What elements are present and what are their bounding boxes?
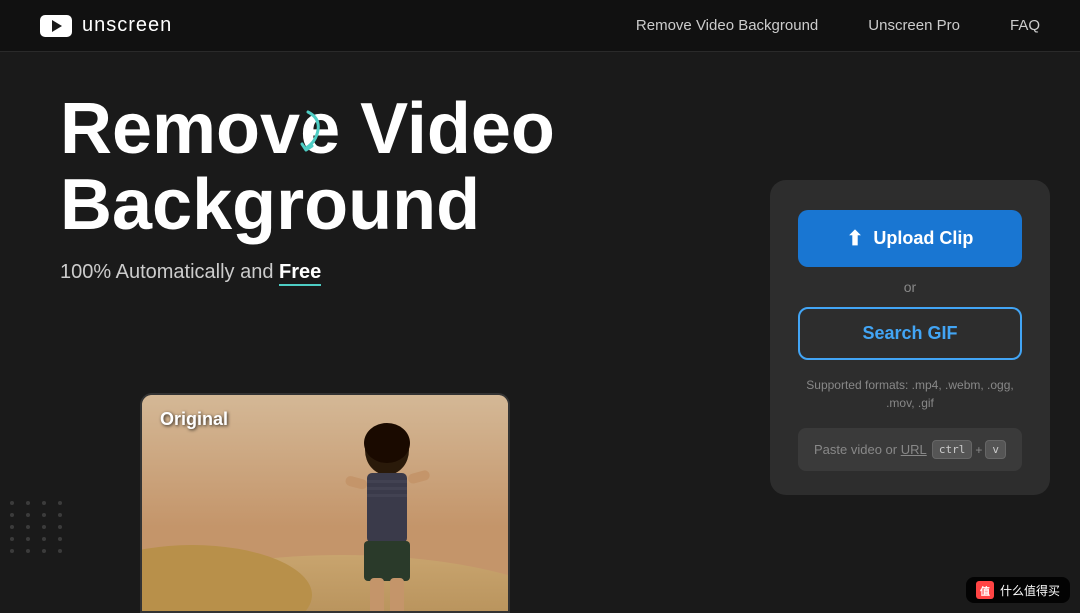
supported-formats-text: Supported formats: .mp4, .webm, .ogg, .m… [798, 376, 1022, 412]
logo[interactable]: unscreen [40, 14, 172, 37]
main-content: Remove Video Background 100% Automatical… [0, 52, 1080, 613]
upload-clip-button[interactable]: ⬆ Upload Clip [798, 210, 1022, 267]
upload-icon: ⬆ [847, 226, 864, 251]
keyboard-shortcut: ctrl + v [932, 440, 1006, 459]
hero-section: Remove Video Background 100% Automatical… [0, 52, 740, 613]
watermark-text: 什么值得买 [1000, 582, 1060, 599]
plus-sign: + [975, 443, 982, 457]
hero-subtitle: 100% Automatically and Free [60, 261, 740, 284]
video-preview: Original [140, 393, 510, 613]
video-original-label: Original [160, 409, 228, 430]
upload-panel: ⬆ Upload Clip or Search GIF Supported fo… [770, 180, 1050, 495]
or-divider: or [904, 279, 916, 295]
decorative-dots [10, 501, 66, 553]
ctrl-key: ctrl [932, 440, 973, 459]
watermark-badge: 值 什么值得买 [966, 577, 1070, 603]
nav-item-faq[interactable]: FAQ [1010, 17, 1040, 35]
cursor-decoration [290, 110, 326, 163]
logo-text: unscreen [82, 14, 172, 37]
paste-url-area: Paste video or URL ctrl + v [798, 428, 1022, 471]
badge-icon: 值 [976, 581, 994, 599]
nav-item-pro[interactable]: Unscreen Pro [868, 17, 960, 35]
search-gif-button[interactable]: Search GIF [798, 307, 1022, 360]
video-inner: Original [142, 395, 508, 611]
upload-panel-section: ⬆ Upload Clip or Search GIF Supported fo… [740, 52, 1080, 613]
hero-title: Remove Video Background [60, 92, 740, 243]
nav-item-remove-bg[interactable]: Remove Video Background [636, 17, 818, 35]
navbar: unscreen Remove Video Background Unscree… [0, 0, 1080, 52]
url-link[interactable]: URL [901, 442, 927, 457]
nav-links: Remove Video Background Unscreen Pro FAQ [636, 17, 1040, 35]
paste-label: Paste video or URL [814, 442, 927, 457]
v-key: v [985, 440, 1006, 459]
logo-icon [40, 15, 72, 37]
